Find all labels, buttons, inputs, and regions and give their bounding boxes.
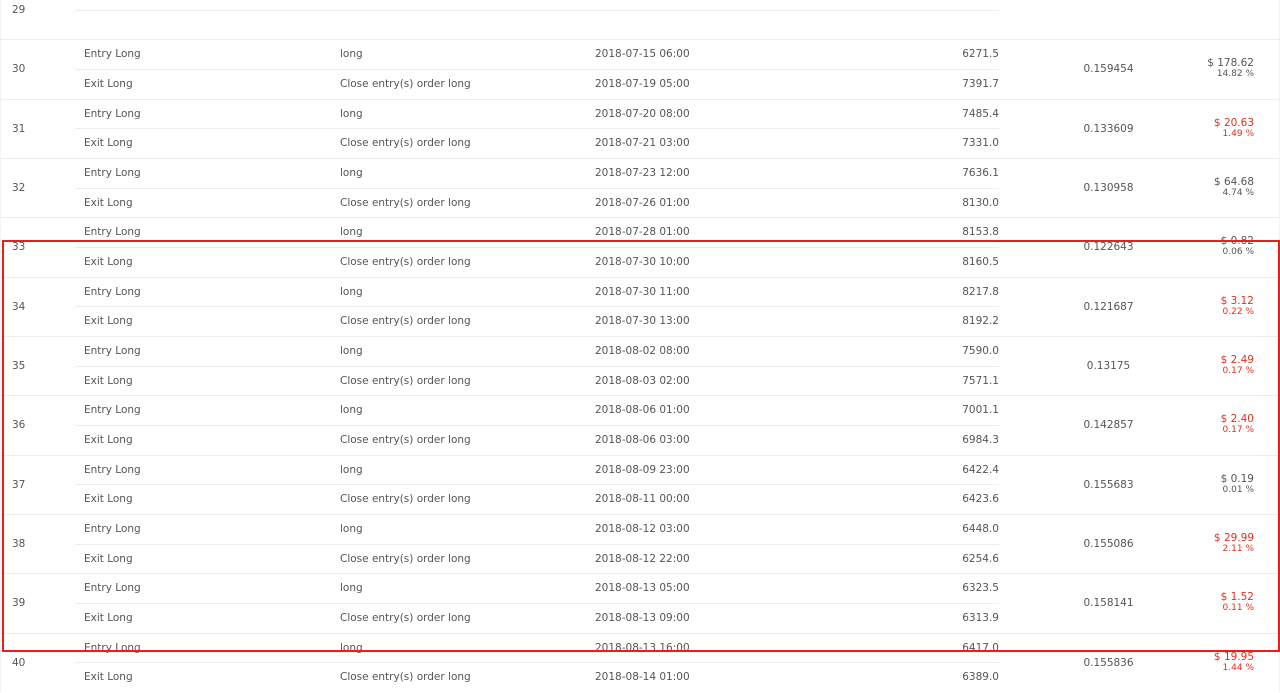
- signal: Close entry(s) order long: [340, 137, 471, 150]
- contracts: 0.133609: [1083, 122, 1134, 135]
- date-time: 2018-07-15 06:00: [595, 48, 690, 61]
- profit: $ 178.62 14.82 %: [1207, 58, 1254, 80]
- entry-row: Entry Long long 2018-07-15 06:00 6271.5: [75, 40, 999, 70]
- exit-row: [75, 11, 999, 41]
- signal: Close entry(s) order long: [340, 196, 471, 209]
- price: 7331.0: [962, 137, 999, 150]
- contracts: [1041, 0, 1176, 39]
- trade-type: Exit Long: [84, 671, 133, 684]
- price: 7485.4: [962, 107, 999, 120]
- profit-amount: $ 64.68: [1213, 176, 1254, 189]
- date-time: 2018-07-26 01:00: [595, 196, 690, 209]
- profit-percent: 4.74 %: [1222, 188, 1254, 199]
- trade-row: 30 Entry Long long 2018-07-15 06:00 6271…: [0, 39, 1280, 100]
- date-time: 2018-07-19 05:00: [595, 77, 690, 90]
- entry-row: [75, 0, 999, 11]
- profit-percent: 1.44 %: [1222, 662, 1254, 673]
- price: 7391.7: [962, 77, 999, 90]
- trade-type: Entry Long: [84, 166, 141, 179]
- exit-row: Exit Long Close entry(s) order long 2018…: [75, 189, 999, 219]
- date-time: 2018-08-14 01:00: [595, 671, 690, 684]
- trade-type: Exit Long: [84, 137, 133, 150]
- price: 7636.1: [962, 166, 999, 179]
- price: 8130.0: [962, 196, 999, 209]
- highlight-box: [2, 240, 1280, 652]
- profit: $ 19.95 1.44 %: [1213, 650, 1254, 674]
- trade-type: Exit Long: [84, 77, 133, 90]
- exit-row: Exit Long Close entry(s) order long 2018…: [75, 663, 999, 693]
- signal: Close entry(s) order long: [340, 671, 471, 684]
- trade-number: 31: [12, 122, 26, 135]
- trade-row: 29: [0, 0, 1280, 41]
- entry-row: Entry Long long 2018-07-20 08:00 7485.4: [75, 100, 999, 130]
- trade-row: 31 Entry Long long 2018-07-20 08:00 7485…: [0, 98, 1280, 159]
- signal: long: [340, 107, 363, 120]
- profit: $ 64.68 4.74 %: [1214, 177, 1254, 199]
- trade-type: Exit Long: [84, 196, 133, 209]
- profit-amount: $ 19.95: [1213, 650, 1254, 663]
- profit: $ 20.63 1.49 %: [1213, 116, 1254, 140]
- profit-percent: 14.82 %: [1216, 69, 1254, 80]
- profit-amount: $ 20.63: [1213, 116, 1254, 129]
- price: 6271.5: [962, 48, 999, 61]
- exit-row: Exit Long Close entry(s) order long 2018…: [75, 70, 999, 100]
- signal: long: [340, 48, 363, 61]
- trade-number: 30: [12, 63, 26, 76]
- price: 6389.0: [962, 671, 999, 684]
- trade-type: Entry Long: [84, 48, 141, 61]
- exit-row: Exit Long Close entry(s) order long 2018…: [75, 129, 999, 159]
- date-time: 2018-07-20 08:00: [595, 107, 690, 120]
- trade-number: 29: [12, 4, 26, 16]
- contracts: 0.130958: [1083, 181, 1134, 194]
- profit-percent: 1.49 %: [1222, 128, 1254, 139]
- contracts: 0.159454: [1083, 63, 1134, 76]
- trade-number: 32: [12, 181, 26, 194]
- profit-amount: $ 178.62: [1207, 57, 1254, 70]
- entry-row: Entry Long long 2018-07-23 12:00 7636.1: [75, 159, 999, 189]
- signal: long: [340, 166, 363, 179]
- trade-type: Entry Long: [84, 107, 141, 120]
- trade-row: 32 Entry Long long 2018-07-23 12:00 7636…: [0, 157, 1280, 219]
- date-time: 2018-07-21 03:00: [595, 137, 690, 150]
- signal: Close entry(s) order long: [340, 77, 471, 90]
- date-time: 2018-07-23 12:00: [595, 166, 690, 179]
